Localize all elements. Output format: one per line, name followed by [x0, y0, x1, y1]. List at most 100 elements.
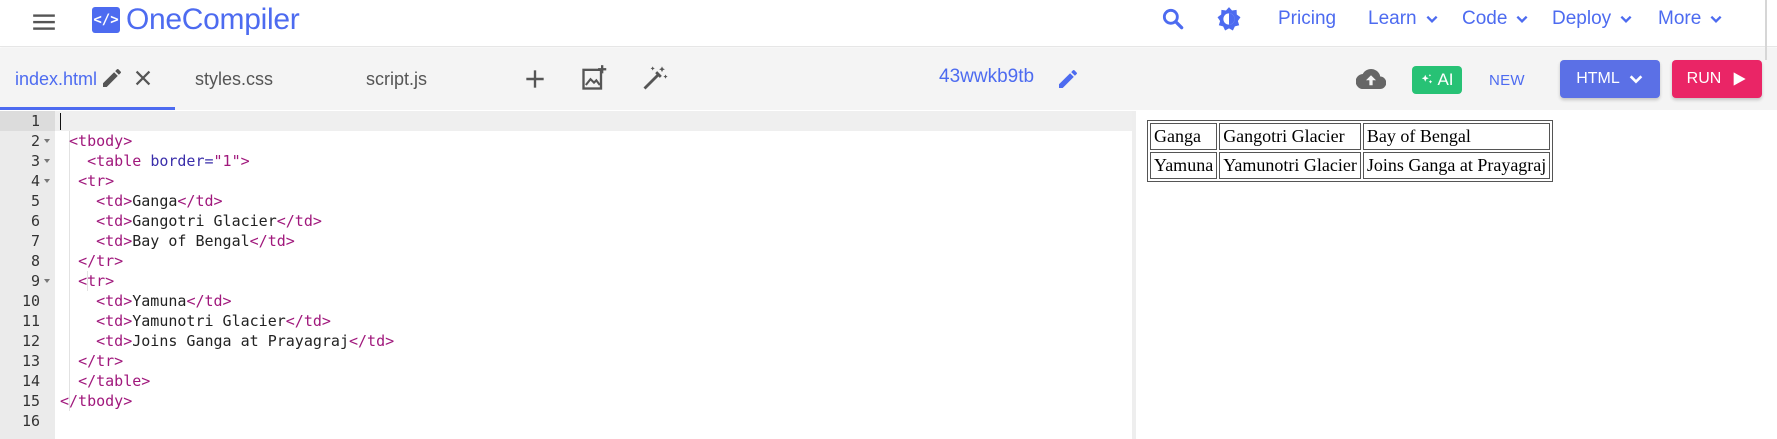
nav-learn-label: Learn — [1368, 8, 1417, 29]
fold-toggle-icon[interactable] — [44, 279, 50, 283]
code-line: 3 <table border="1"> — [0, 151, 1132, 171]
tab-script-js[interactable]: script.js — [366, 48, 427, 110]
line-number: 7 — [30, 232, 40, 250]
logo-mark: </> — [92, 7, 120, 33]
line-number: 1 — [30, 112, 40, 130]
code-text: <td>Joins Ganga at Prayagraj</td> — [96, 332, 395, 350]
table-cell: Yamunotri Glacier — [1219, 152, 1361, 179]
run-label: RUN — [1686, 70, 1722, 87]
rename-file-icon[interactable] — [100, 66, 124, 90]
line-number: 2 — [30, 132, 40, 150]
nav-pricing[interactable]: Pricing — [1278, 8, 1336, 30]
tab-styles-css[interactable]: styles.css — [195, 48, 273, 110]
code-text: <tbody> — [69, 132, 133, 150]
line-number: 5 — [30, 192, 40, 210]
line-number: 4 — [30, 172, 40, 190]
code-line: 4 <tr> — [0, 171, 1132, 191]
tab-label: script.js — [366, 68, 428, 89]
code-line: 8 </tr> — [0, 251, 1132, 271]
code-text: <td>Ganga</td> — [96, 192, 223, 210]
table-cell: Bay of Bengal — [1362, 123, 1551, 150]
nav-more[interactable]: More — [1658, 8, 1723, 30]
tab-label: styles.css — [195, 68, 274, 89]
add-file-icon[interactable] — [522, 66, 548, 92]
table-row: Ganga Gangotri Glacier Bay of Bengal — [1150, 123, 1551, 150]
magic-wand-icon[interactable] — [641, 64, 669, 92]
chevron-down-icon — [1629, 75, 1643, 84]
line-number: 8 — [30, 252, 40, 270]
upload-image-icon[interactable] — [580, 64, 608, 92]
code-text: <table border="1"> — [87, 152, 250, 170]
nav-pricing-label: Pricing — [1278, 8, 1337, 29]
tab-label: index.html — [15, 68, 98, 89]
line-number: 9 — [30, 272, 40, 290]
fold-toggle-icon[interactable] — [44, 159, 50, 163]
nav-deploy[interactable]: Deploy — [1552, 8, 1633, 30]
fold-toggle-icon[interactable] — [44, 139, 50, 143]
code-line: 10 <td>Yamuna</td> — [0, 291, 1132, 311]
rename-project-icon[interactable] — [1056, 67, 1080, 91]
nav-deploy-label: Deploy — [1552, 8, 1612, 29]
project-name[interactable]: 43wwkb9tb — [939, 66, 1034, 88]
chevron-down-icon — [1620, 15, 1632, 23]
preview-table: Ganga Gangotri Glacier Bay of Bengal Yamuna… — [1147, 120, 1554, 182]
new-badge: NEW — [1489, 72, 1525, 89]
nav-code[interactable]: Code — [1462, 8, 1529, 30]
line-number: 3 — [30, 152, 40, 170]
onecompiler-logo[interactable]: </> OneCompiler — [92, 3, 300, 36]
code-line: 12 <td>Joins Ganga at Prayagraj</td> — [0, 331, 1132, 351]
line-number: 12 — [21, 332, 40, 350]
code-line: 11 <td>Yamunotri Glacier</td> — [0, 311, 1132, 331]
tab-index-html[interactable]: index.html — [15, 48, 97, 110]
menu-icon[interactable] — [31, 9, 57, 35]
code-text: <td>Yamuna</td> — [96, 292, 232, 310]
close-tab-icon[interactable] — [132, 67, 154, 89]
code-lines: 12 <tbody> 3 <table border="1"> 4 <tr> 5 <t… — [0, 111, 1132, 431]
active-tab-indicator — [0, 107, 175, 110]
run-button[interactable]: RUN — [1672, 60, 1762, 98]
language-select-button[interactable]: HTML — [1560, 60, 1660, 98]
code-text: </table> — [78, 372, 151, 390]
search-icon[interactable] — [1160, 6, 1186, 32]
code-text: <td>Bay of Bengal</td> — [96, 232, 295, 250]
ai-label: AI — [1437, 70, 1454, 89]
table-cell: Joins Ganga at Prayagraj — [1362, 152, 1551, 179]
brand-name: OneCompiler — [126, 3, 300, 36]
theme-toggle-icon[interactable] — [1216, 6, 1242, 32]
table-cell: Yamuna — [1150, 152, 1218, 179]
code-text: <tr> — [78, 172, 115, 190]
chevron-down-icon — [1426, 15, 1438, 23]
code-line: 14 </table> — [0, 371, 1132, 391]
code-line: 16 — [0, 411, 1132, 431]
code-editor[interactable]: 12 <tbody> 3 <table border="1"> 4 <tr> 5 <t… — [0, 111, 1132, 439]
line-number: 13 — [21, 352, 40, 370]
code-line: 7 <td>Bay of Bengal</td> — [0, 231, 1132, 251]
code-text: </tbody> — [60, 392, 133, 410]
code-line: 13 </tr> — [0, 351, 1132, 371]
line-number: 16 — [21, 412, 40, 430]
code-line: 15 </tbody> — [0, 391, 1132, 411]
code-text: <td>Gangotri Glacier</td> — [96, 212, 322, 230]
code-line: 1 — [0, 111, 1132, 131]
chevron-down-icon — [1710, 15, 1722, 23]
table-cell: Gangotri Glacier — [1219, 123, 1361, 150]
fold-toggle-icon[interactable] — [44, 179, 50, 183]
line-number: 14 — [21, 372, 40, 390]
code-text: </tr> — [78, 352, 124, 370]
sparkle-icon — [1422, 74, 1433, 84]
code-line: 6 <td>Gangotri Glacier</td> — [0, 211, 1132, 231]
text-cursor — [60, 113, 61, 130]
ai-assistant-button[interactable]: AI — [1412, 66, 1462, 94]
line-number: 11 — [21, 312, 40, 330]
code-text: </tr> — [78, 252, 124, 270]
code-text: <td>Yamunotri Glacier</td> — [96, 312, 331, 330]
nav-more-label: More — [1658, 8, 1702, 29]
code-line: 5 <td>Ganga</td> — [0, 191, 1132, 211]
line-number: 10 — [21, 292, 40, 310]
line-number: 15 — [21, 392, 40, 410]
play-icon — [1733, 72, 1746, 86]
output-preview: Ganga Gangotri Glacier Bay of Bengal Yamuna… — [1136, 111, 1777, 439]
nav-learn[interactable]: Learn — [1368, 8, 1439, 30]
chevron-down-icon — [1516, 15, 1528, 23]
cloud-upload-icon[interactable] — [1356, 64, 1386, 94]
